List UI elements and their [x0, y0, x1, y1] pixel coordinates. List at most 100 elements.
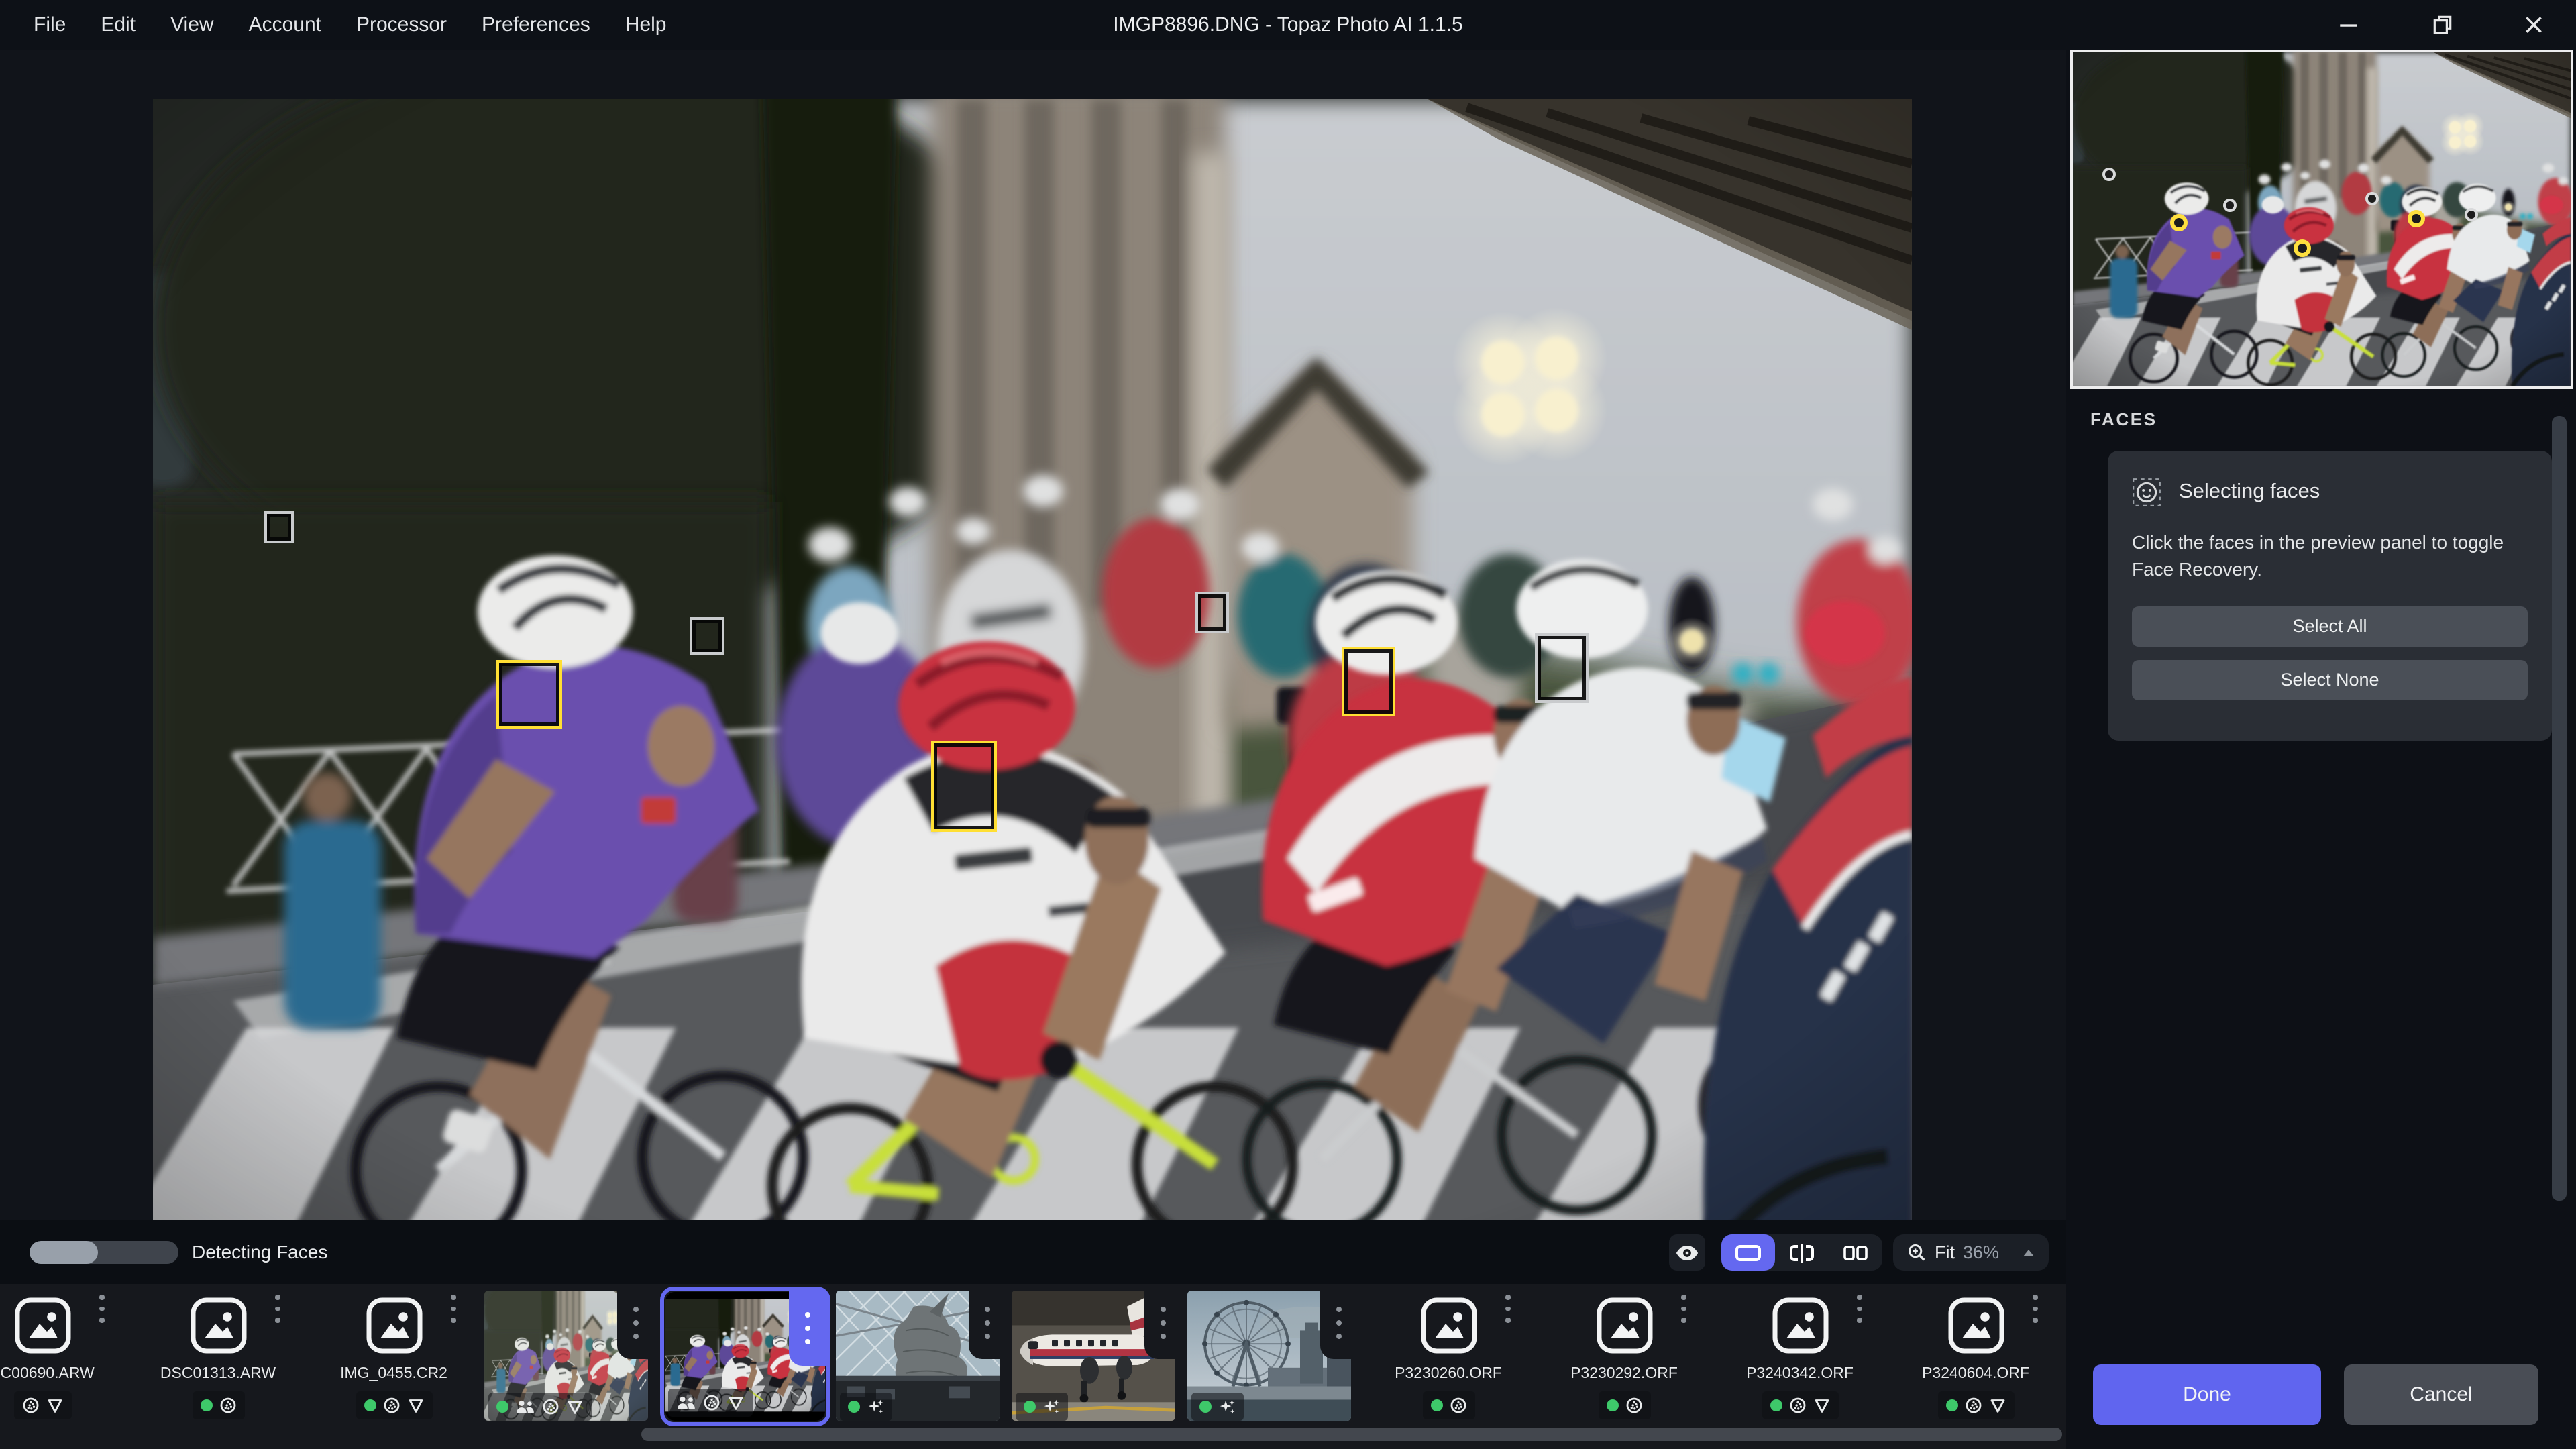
thumbnail-menu-button[interactable]: [969, 1287, 1006, 1359]
single-view-button[interactable]: [1721, 1234, 1775, 1271]
processed-green-dot-icon: [364, 1399, 376, 1411]
show-original-button[interactable]: [1669, 1234, 1705, 1271]
thumbnail-menu-button[interactable]: [1674, 1295, 1693, 1322]
minimap-scene: [2073, 52, 2571, 386]
thumbnail-status-badges: [488, 1393, 592, 1421]
thumbnail-menu-button[interactable]: [268, 1295, 287, 1322]
face-box-6-selected[interactable]: [1342, 647, 1395, 717]
restore-icon: [2431, 13, 2454, 36]
minimize-button[interactable]: [2337, 13, 2360, 36]
thumbnail-menu-button[interactable]: [1320, 1287, 1358, 1359]
face-box-7-unselected[interactable]: [1535, 633, 1589, 703]
thumbnail-status-badges: [1762, 1391, 1838, 1419]
menu-preferences[interactable]: Preferences: [482, 13, 590, 36]
menu-help[interactable]: Help: [625, 13, 667, 36]
face-box-5-unselected[interactable]: [1195, 592, 1229, 634]
image-placeholder-icon: [189, 1296, 248, 1355]
thumbnail-status-badges: [1016, 1393, 1068, 1421]
thumbnail-p3230292.orf[interactable]: P3230292.ORF: [1539, 1287, 1709, 1426]
side-by-side-view-button[interactable]: [1829, 1234, 1882, 1271]
close-button[interactable]: [2522, 13, 2545, 36]
thumbnail-sc00690.arw[interactable]: SC00690.ARW: [0, 1287, 127, 1426]
sharpen-icon: [727, 1394, 745, 1411]
processed-green-dot-icon: [1024, 1401, 1036, 1413]
eye-icon: [1674, 1243, 1700, 1262]
triangle-up-icon: [2022, 1247, 2035, 1258]
minimap-face-dot-2[interactable]: [2171, 213, 2188, 231]
preview-image[interactable]: [153, 99, 1912, 1269]
navigation-minimap[interactable]: [2070, 50, 2573, 389]
menu-list: File Edit View Account Processor Preferences H…: [34, 0, 667, 50]
minimap-face-dot-3[interactable]: [2223, 199, 2237, 213]
image-placeholder-icon: [1770, 1296, 1829, 1355]
thumbnail-list: SC00690.ARW DSC01313.ARW IMG_0455.CR2 P3230…: [0, 1287, 2061, 1426]
smiley-face-icon: [2132, 478, 2161, 507]
faces-section-title: FACES: [2090, 409, 2157, 429]
thumbnail-menu-button[interactable]: [2026, 1295, 2045, 1322]
zoom-menu-caret[interactable]: [2022, 1247, 2035, 1258]
thumbnail-p3230260.orf[interactable]: P3230260.ORF: [1363, 1287, 1534, 1426]
thumbnail-p3240604.orf[interactable]: P3240604.ORF: [1890, 1287, 2061, 1426]
thumbnail-filename: P3240604.ORF: [1890, 1366, 2061, 1382]
thumbnail-filename: P3230292.ORF: [1539, 1366, 1709, 1382]
thumbnail-filename: DSC01313.ARW: [133, 1366, 303, 1382]
thumbnail-menu-button[interactable]: [617, 1287, 655, 1359]
image-placeholder-icon: [364, 1296, 423, 1355]
restore-button[interactable]: [2431, 13, 2454, 36]
face-box-2-selected[interactable]: [496, 659, 562, 728]
close-icon: [2522, 13, 2545, 36]
done-button[interactable]: Done: [2093, 1364, 2321, 1425]
sharpen-icon: [407, 1397, 424, 1414]
denoise-icon: [1625, 1397, 1642, 1414]
panel-scrollbar[interactable]: [2552, 416, 2567, 1201]
menu-edit[interactable]: Edit: [101, 13, 136, 36]
side-by-side-icon: [1841, 1242, 1870, 1263]
thumbnail-airplane[interactable]: [1012, 1287, 1182, 1426]
denoise-icon: [21, 1397, 39, 1414]
select-none-button[interactable]: Select None: [2132, 660, 2528, 700]
thumbnail-ferris-wheel[interactable]: [1187, 1287, 1358, 1426]
thumbnail-menu-button[interactable]: [1144, 1287, 1182, 1359]
minimap-face-dot-4[interactable]: [2294, 239, 2311, 257]
sharpen-icon: [1988, 1397, 2006, 1414]
minimap-face-dot-7[interactable]: [2465, 208, 2478, 221]
thumbnail-filename: IMG_0455.CR2: [309, 1366, 479, 1382]
thumbnail-cycling-a-selected[interactable]: [660, 1287, 830, 1426]
menu-bar: File Edit View Account Processor Preferences H…: [0, 0, 2576, 50]
minimap-face-dot-5[interactable]: [2366, 193, 2379, 206]
menu-processor[interactable]: Processor: [356, 13, 447, 36]
thumbnail-status-badges: [356, 1391, 432, 1419]
face-box-1-unselected[interactable]: [264, 511, 294, 544]
thumbnail-dsc01313.arw[interactable]: DSC01313.ARW: [133, 1287, 303, 1426]
menu-file[interactable]: File: [34, 13, 66, 36]
faces-icon: [676, 1395, 696, 1410]
thumbnail-status-badges: [1191, 1393, 1244, 1421]
thumbnail-img_0455.cr2[interactable]: IMG_0455.CR2: [309, 1287, 479, 1426]
split-view-icon: [1787, 1242, 1817, 1263]
thumbnail-menu-button[interactable]: [1499, 1295, 1517, 1322]
minimap-face-dot-1[interactable]: [2102, 168, 2115, 181]
thumbnail-menu-button[interactable]: [789, 1291, 826, 1366]
zoom-control[interactable]: Fit 36%: [1893, 1234, 2049, 1271]
split-view-button[interactable]: [1775, 1234, 1829, 1271]
menu-account[interactable]: Account: [249, 13, 321, 36]
thumbnail-p3240342.orf[interactable]: P3240342.ORF: [1715, 1287, 1885, 1426]
face-box-3-unselected[interactable]: [690, 618, 724, 655]
processed-green-dot-icon: [1606, 1399, 1618, 1411]
thumbnail-filename: SC00690.ARW: [0, 1366, 127, 1382]
cancel-button[interactable]: Cancel: [2344, 1364, 2538, 1425]
menu-view[interactable]: View: [170, 13, 214, 36]
face-box-4-selected[interactable]: [931, 740, 997, 832]
image-placeholder-icon: [1595, 1296, 1654, 1355]
thumbnail-menu-button[interactable]: [1850, 1295, 1869, 1322]
filmstrip-scrollbar[interactable]: [641, 1428, 2062, 1441]
thumbnail-status-badges: [13, 1391, 71, 1419]
thumbnail-status-badges: [840, 1393, 892, 1421]
thumbnail-sculpture[interactable]: [836, 1287, 1006, 1426]
thumbnail-menu-button[interactable]: [444, 1295, 463, 1322]
thumbnail-menu-button[interactable]: [93, 1295, 111, 1322]
minimap-face-dot-6[interactable]: [2408, 210, 2426, 227]
select-all-button[interactable]: Select All: [2132, 606, 2528, 647]
thumbnail-cycling-b[interactable]: [484, 1287, 655, 1426]
minimize-icon: [2337, 13, 2360, 36]
